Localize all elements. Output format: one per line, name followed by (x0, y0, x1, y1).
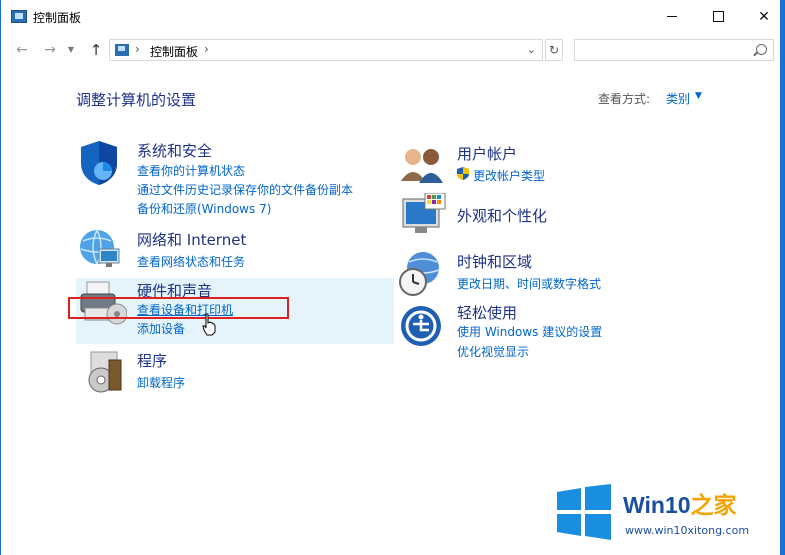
hand-cursor-icon (202, 313, 216, 336)
recent-locations-button[interactable]: ▼ (65, 41, 77, 59)
category-ease-of-access[interactable]: 轻松使用 (457, 302, 517, 323)
address-bar[interactable]: › 控制面板 › ⌄ (109, 39, 543, 61)
category-programs[interactable]: 程序 (137, 350, 167, 371)
forward-button[interactable]: → (41, 41, 59, 59)
search-box[interactable] (574, 39, 774, 61)
breadcrumb-chevron-icon[interactable]: › (135, 42, 140, 56)
category-appearance[interactable]: 外观和个性化 (457, 205, 547, 226)
ease-of-access-icon (401, 306, 441, 346)
category-user-accounts[interactable]: 用户帐户 (457, 143, 517, 164)
up-button[interactable]: ↑ (87, 41, 105, 59)
link-backup-restore[interactable]: 备份和还原(Windows 7) (137, 200, 271, 217)
watermark-title: Win10之家 (623, 486, 737, 520)
control-panel-icon (115, 44, 129, 56)
watermark-title-home: 之家 (690, 492, 737, 518)
chevron-down-icon[interactable]: ▼ (695, 91, 702, 101)
users-icon (401, 149, 443, 183)
programs-icon (88, 351, 122, 393)
network-globe-icon (80, 229, 120, 267)
minimize-icon (667, 16, 677, 17)
page-title: 调整计算机的设置 (76, 91, 197, 109)
link-optimize-visual[interactable]: 优化视觉显示 (457, 343, 529, 360)
category-clock-region[interactable]: 时钟和区域 (457, 251, 532, 272)
link-recommended-settings[interactable]: 使用 Windows 建议的设置 (457, 323, 602, 340)
windows-logo-icon (557, 484, 611, 540)
watermark-url: www.win10xitong.com (625, 524, 750, 537)
annotation-highlight-box (68, 297, 289, 319)
uac-shield-icon (457, 167, 469, 180)
maximize-icon (712, 11, 724, 22)
navigation-bar: ← → ▼ ↑ › 控制面板 › ⌄ ↻ (1, 37, 780, 63)
refresh-button[interactable]: ↻ (545, 39, 563, 61)
back-button[interactable]: ← (13, 41, 31, 59)
close-button[interactable]: ✕ (741, 0, 780, 33)
display-personalize-icon (402, 193, 446, 233)
link-file-history-backup[interactable]: 通过文件历史记录保存你的文件备份副本 (137, 181, 353, 198)
link-change-date-time[interactable]: 更改日期、时间或数字格式 (457, 275, 601, 292)
chevron-down-icon[interactable]: ⌄ (527, 43, 536, 56)
watermark: Win10之家 www.win10xitong.com (555, 484, 785, 544)
maximize-button[interactable] (695, 0, 741, 33)
control-panel-icon (11, 10, 27, 23)
link-view-computer-status[interactable]: 查看你的计算机状态 (137, 162, 245, 179)
shield-icon (81, 141, 117, 185)
category-network-internet[interactable]: 网络和 Internet (137, 229, 246, 250)
view-by-dropdown[interactable]: 类别 (666, 90, 690, 107)
breadcrumb[interactable]: 控制面板 (150, 43, 198, 60)
watermark-title-win10: Win10 (623, 492, 691, 518)
window-title: 控制面板 (33, 11, 82, 25)
search-input[interactable] (577, 42, 747, 57)
search-icon[interactable] (756, 44, 767, 55)
title-bar: 控制面板 ✕ (1, 0, 780, 33)
link-add-device[interactable]: 添加设备 (137, 320, 185, 337)
link-change-account-type[interactable]: 更改帐户类型 (473, 167, 545, 184)
link-uninstall-program[interactable]: 卸载程序 (137, 374, 185, 391)
control-panel-window: 控制面板 ✕ ← → ▼ ↑ › 控制面板 › ⌄ ↻ 调整计算机的设置 查看方… (0, 0, 780, 555)
clock-globe-icon (399, 252, 440, 296)
close-icon: ✕ (758, 8, 770, 25)
minimize-button[interactable] (649, 0, 695, 33)
category-system-security[interactable]: 系统和安全 (137, 140, 212, 161)
link-network-status[interactable]: 查看网络状态和任务 (137, 253, 245, 270)
view-by-label: 查看方式: (598, 92, 651, 106)
breadcrumb-chevron-icon[interactable]: › (204, 42, 209, 56)
